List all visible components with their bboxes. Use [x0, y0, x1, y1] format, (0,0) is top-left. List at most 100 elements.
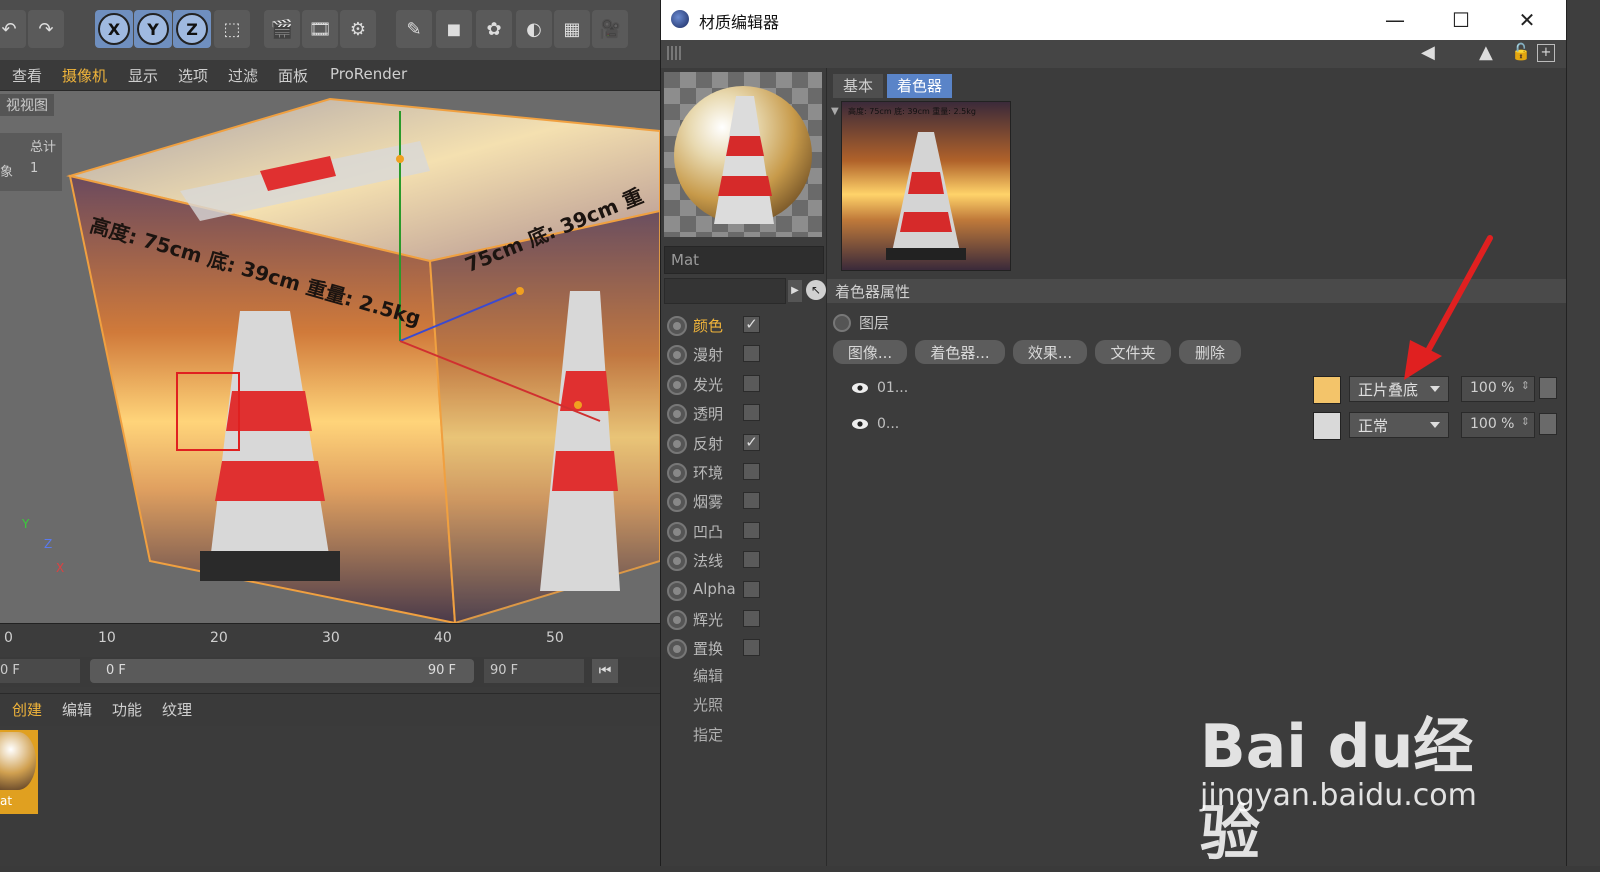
play-arrow-icon[interactable]: ▶ — [788, 280, 802, 302]
channel-checkbox[interactable] — [743, 551, 760, 569]
layer-opacity-field[interactable]: 100 % ⇕ — [1461, 412, 1535, 438]
material-name-field[interactable]: Mat — [664, 246, 824, 274]
camera-object-icon[interactable]: 🎥 — [592, 10, 628, 48]
eye-icon[interactable] — [851, 382, 869, 394]
stepper-icon[interactable]: ⇕ — [1521, 379, 1530, 392]
menu-options[interactable]: 选项 — [178, 65, 208, 86]
minimize-button[interactable]: — — [1375, 5, 1415, 35]
channel-item[interactable]: 环境 — [661, 458, 826, 487]
channel-checkbox[interactable] — [743, 639, 760, 657]
tab-basic[interactable]: 基本 — [833, 74, 884, 98]
channel-sub-item[interactable]: 指定 — [693, 724, 723, 745]
stepper-icon[interactable]: ⇕ — [1521, 415, 1530, 428]
timeline-ruler[interactable]: 0 10 20 30 40 50 — [0, 623, 660, 658]
channel-item[interactable]: 辉光 — [661, 605, 826, 634]
back-arrow-icon[interactable]: ◀ — [1421, 42, 1435, 63]
channel-radio[interactable] — [667, 551, 687, 572]
blend-mode-select[interactable]: 正常 — [1349, 412, 1449, 438]
channel-radio[interactable] — [667, 374, 687, 395]
menu-texture[interactable]: 纹理 — [162, 699, 192, 720]
frame-range-slider[interactable]: 0 F 90 F — [90, 659, 474, 683]
channel-sub-item[interactable]: 光照 — [693, 694, 723, 715]
cube-object-icon[interactable]: ◼ — [436, 10, 472, 48]
channel-item[interactable]: 置换 — [661, 634, 826, 663]
material-thumbnail[interactable]: at — [0, 730, 38, 814]
pen-tool-icon[interactable]: ✎ — [396, 10, 432, 48]
menu-panel[interactable]: 面板 — [278, 65, 308, 86]
channel-item[interactable]: 法线 — [661, 546, 826, 575]
deformer-icon[interactable]: ◐ — [516, 10, 552, 48]
channel-item[interactable]: 凹凸 — [661, 517, 826, 546]
floor-object-icon[interactable]: ▦ — [554, 10, 590, 48]
effect-button[interactable]: 效果... — [1013, 340, 1087, 364]
layer-row[interactable]: 0... 正常 100 % ⇕ — [827, 410, 1567, 440]
menu-edit[interactable]: 编辑 — [62, 699, 92, 720]
material-preview[interactable] — [664, 72, 822, 237]
channel-radio[interactable] — [667, 580, 687, 601]
channel-radio[interactable] — [667, 345, 687, 366]
render-picture-viewer-icon[interactable]: 🎞 — [302, 10, 338, 48]
3d-viewport[interactable]: 视视图 总计 象 1 高度: 75cm 底: 39cm 重量: 2.5kg 75… — [0, 91, 660, 623]
x-axis-button[interactable]: X — [95, 10, 133, 48]
maximize-button[interactable]: ☐ — [1441, 5, 1481, 35]
channel-checkbox[interactable] — [743, 345, 760, 363]
y-axis-button[interactable]: Y — [134, 10, 172, 48]
channel-checkbox[interactable] — [743, 521, 760, 539]
channel-item[interactable]: 发光 — [661, 370, 826, 399]
start-frame-field[interactable]: 0 F — [0, 659, 80, 683]
channel-radio[interactable] — [667, 610, 687, 630]
new-window-icon[interactable]: + — [1537, 44, 1555, 62]
menu-create[interactable]: 创建 — [12, 699, 42, 720]
layer-color-chip[interactable] — [1539, 413, 1557, 435]
channel-search-input[interactable] — [664, 278, 786, 304]
channel-checkbox[interactable] — [743, 463, 760, 480]
channel-checkbox[interactable]: ✓ — [743, 433, 760, 451]
channel-radio[interactable] — [667, 463, 687, 483]
channel-checkbox[interactable] — [743, 404, 760, 422]
channel-radio[interactable] — [667, 316, 687, 336]
channel-item[interactable]: 烟雾 — [661, 487, 826, 516]
redo-icon[interactable]: ↷ — [28, 10, 64, 48]
render-settings-icon[interactable]: ⚙ — [340, 10, 376, 48]
channel-checkbox[interactable] — [743, 374, 760, 392]
channel-checkbox[interactable] — [743, 580, 760, 598]
go-to-start-icon[interactable]: ⏮ — [592, 659, 618, 683]
delete-button[interactable]: 删除 — [1179, 340, 1241, 364]
collapse-triangle-icon[interactable]: ▼ — [831, 106, 839, 117]
channel-item[interactable]: 反射 ✓ — [661, 429, 826, 458]
channel-checkbox[interactable] — [743, 492, 760, 510]
pointer-pick-icon[interactable]: ↖ — [806, 280, 826, 300]
channel-radio[interactable] — [667, 404, 687, 425]
menu-camera[interactable]: 摄像机 — [62, 65, 107, 86]
close-button[interactable]: ✕ — [1507, 5, 1547, 35]
undo-icon[interactable]: ↶ — [0, 10, 26, 48]
channel-item[interactable]: 透明 — [661, 399, 826, 428]
render-view-icon[interactable]: 🎬 — [264, 10, 300, 48]
layer-radio[interactable] — [833, 314, 851, 332]
channel-radio[interactable] — [667, 639, 687, 660]
channel-item[interactable]: 颜色 ✓ — [661, 311, 826, 340]
image-button[interactable]: 图像... — [833, 340, 907, 364]
coordinate-system-icon[interactable]: ⬚ — [214, 10, 250, 48]
menu-filter[interactable]: 过滤 — [228, 65, 258, 86]
channel-checkbox[interactable] — [743, 610, 760, 627]
end-frame-field[interactable]: 90 F — [484, 659, 584, 683]
grip-icon[interactable] — [667, 46, 681, 60]
z-axis-button[interactable]: Z — [173, 10, 211, 48]
tab-shader[interactable]: 着色器 — [887, 74, 953, 98]
shader-button[interactable]: 着色器... — [915, 340, 1005, 364]
up-arrow-icon[interactable]: ▲ — [1479, 42, 1493, 63]
layer-color-chip[interactable] — [1539, 377, 1557, 399]
channel-item[interactable]: Alpha — [661, 576, 826, 605]
menu-display[interactable]: 显示 — [128, 65, 158, 86]
lock-icon[interactable]: 🔓 — [1511, 42, 1531, 61]
channel-radio[interactable] — [667, 492, 687, 513]
eye-icon[interactable] — [851, 418, 869, 430]
channel-radio[interactable] — [667, 433, 687, 454]
channel-checkbox[interactable]: ✓ — [743, 316, 760, 333]
menu-function[interactable]: 功能 — [112, 699, 142, 720]
generator-icon[interactable]: ✿ — [476, 10, 512, 48]
folder-button[interactable]: 文件夹 — [1095, 340, 1171, 364]
channel-item[interactable]: 漫射 — [661, 340, 826, 369]
menu-view[interactable]: 查看 — [12, 65, 42, 86]
